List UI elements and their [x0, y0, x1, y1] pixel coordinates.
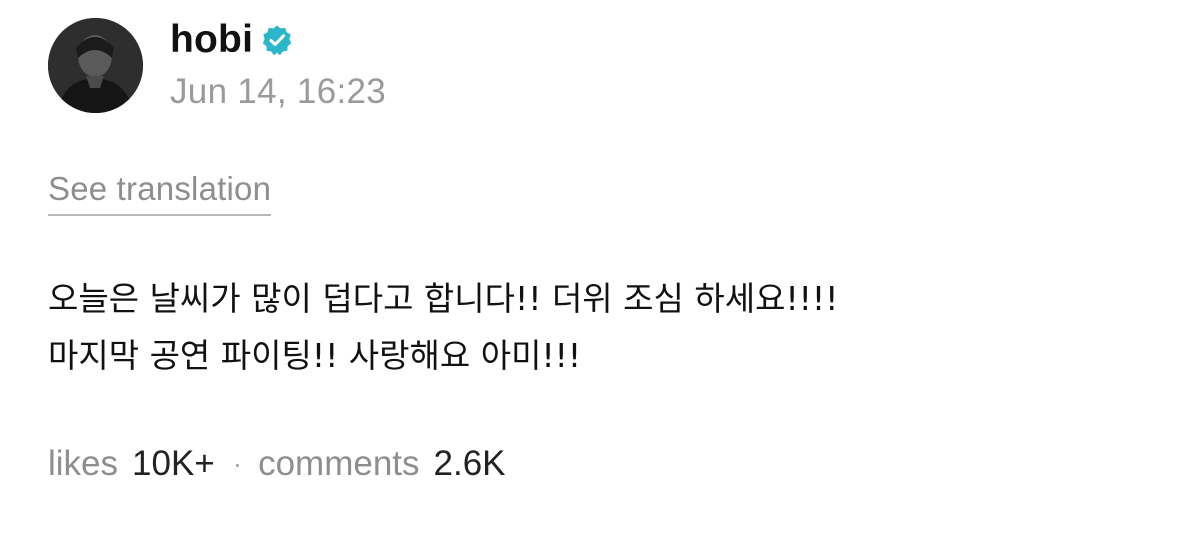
verified-badge-icon	[261, 24, 293, 56]
author-row: hobi	[170, 14, 293, 66]
see-translation-link[interactable]: See translation	[48, 170, 272, 216]
comments-label[interactable]: comments	[258, 444, 419, 484]
comments-count[interactable]: 2.6K	[434, 444, 506, 484]
post-timestamp: Jun 14, 16:23	[170, 72, 387, 111]
post-body: 오늘은 날씨가 많이 덥다고 합니다!! 더위 조심 하세요!!!! 마지막 공…	[48, 270, 1148, 384]
profile-photo-icon	[48, 18, 143, 113]
post-body-line: 오늘은 날씨가 많이 덥다고 합니다!! 더위 조심 하세요!!!!	[48, 279, 839, 318]
likes-label[interactable]: likes	[48, 444, 118, 484]
username[interactable]: hobi	[170, 18, 253, 62]
likes-count[interactable]: 10K+	[132, 444, 215, 484]
stats-separator: ·	[232, 448, 243, 479]
post-stats: likes 10K+ · comments 2.6K	[48, 444, 506, 484]
post-body-line: 마지막 공연 파이팅!! 사랑해요 아미!!!	[48, 336, 582, 375]
post-card: hobi Jun 14, 16:23 See translation 오늘은 날…	[0, 0, 1180, 535]
avatar[interactable]	[48, 18, 143, 113]
